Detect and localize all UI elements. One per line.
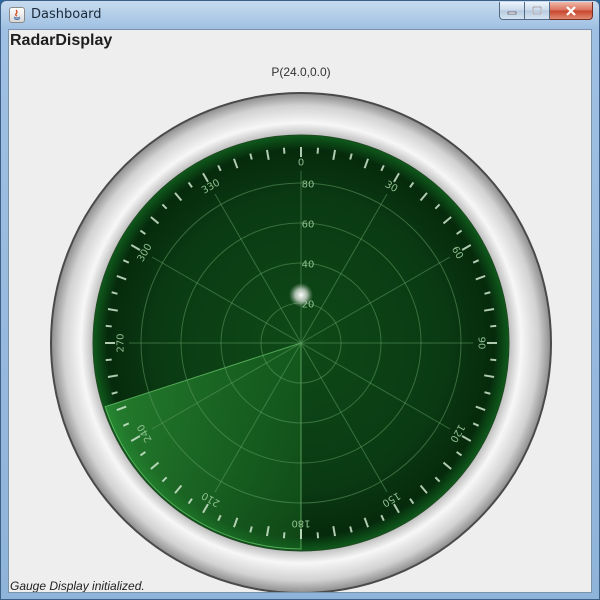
minimize-button[interactable]: [499, 2, 525, 20]
angle-label: 270: [116, 333, 127, 352]
tick-mark: [105, 358, 112, 362]
radar-blip: [289, 283, 313, 307]
status-bar-text: Gauge Display initialized.: [10, 579, 145, 593]
tick-mark: [490, 358, 497, 362]
tick-mark: [316, 532, 320, 539]
java-icon[interactable]: [9, 7, 25, 23]
dashboard-window: Dashboard RadarDisplay P(24.0,0.0) 0 30 …: [0, 0, 600, 600]
tick-mark: [490, 324, 497, 328]
range-label: 60: [302, 220, 315, 231]
maximize-icon: [532, 6, 542, 15]
tick-mark: [282, 147, 286, 154]
radar-gauge: 0306090120150180210240270300330 20406080: [50, 92, 552, 592]
range-label: 40: [302, 260, 315, 271]
title-bar[interactable]: Dashboard: [1, 1, 599, 29]
tick-mark: [105, 324, 112, 328]
minimize-icon: [507, 11, 517, 14]
window-controls: [499, 2, 593, 21]
tick-mark: [316, 147, 320, 154]
range-label: 80: [302, 180, 315, 191]
close-icon: [566, 5, 576, 16]
angle-label: 180: [291, 518, 310, 529]
window-title: Dashboard: [31, 7, 102, 22]
maximize-button[interactable]: [525, 2, 550, 20]
angle-label: 90: [476, 337, 487, 350]
content-panel: RadarDisplay P(24.0,0.0) 0 30 60 90 120 …: [8, 29, 592, 593]
close-button[interactable]: [550, 2, 593, 20]
tick-mark: [282, 532, 286, 539]
angle-label: 0: [298, 158, 304, 169]
